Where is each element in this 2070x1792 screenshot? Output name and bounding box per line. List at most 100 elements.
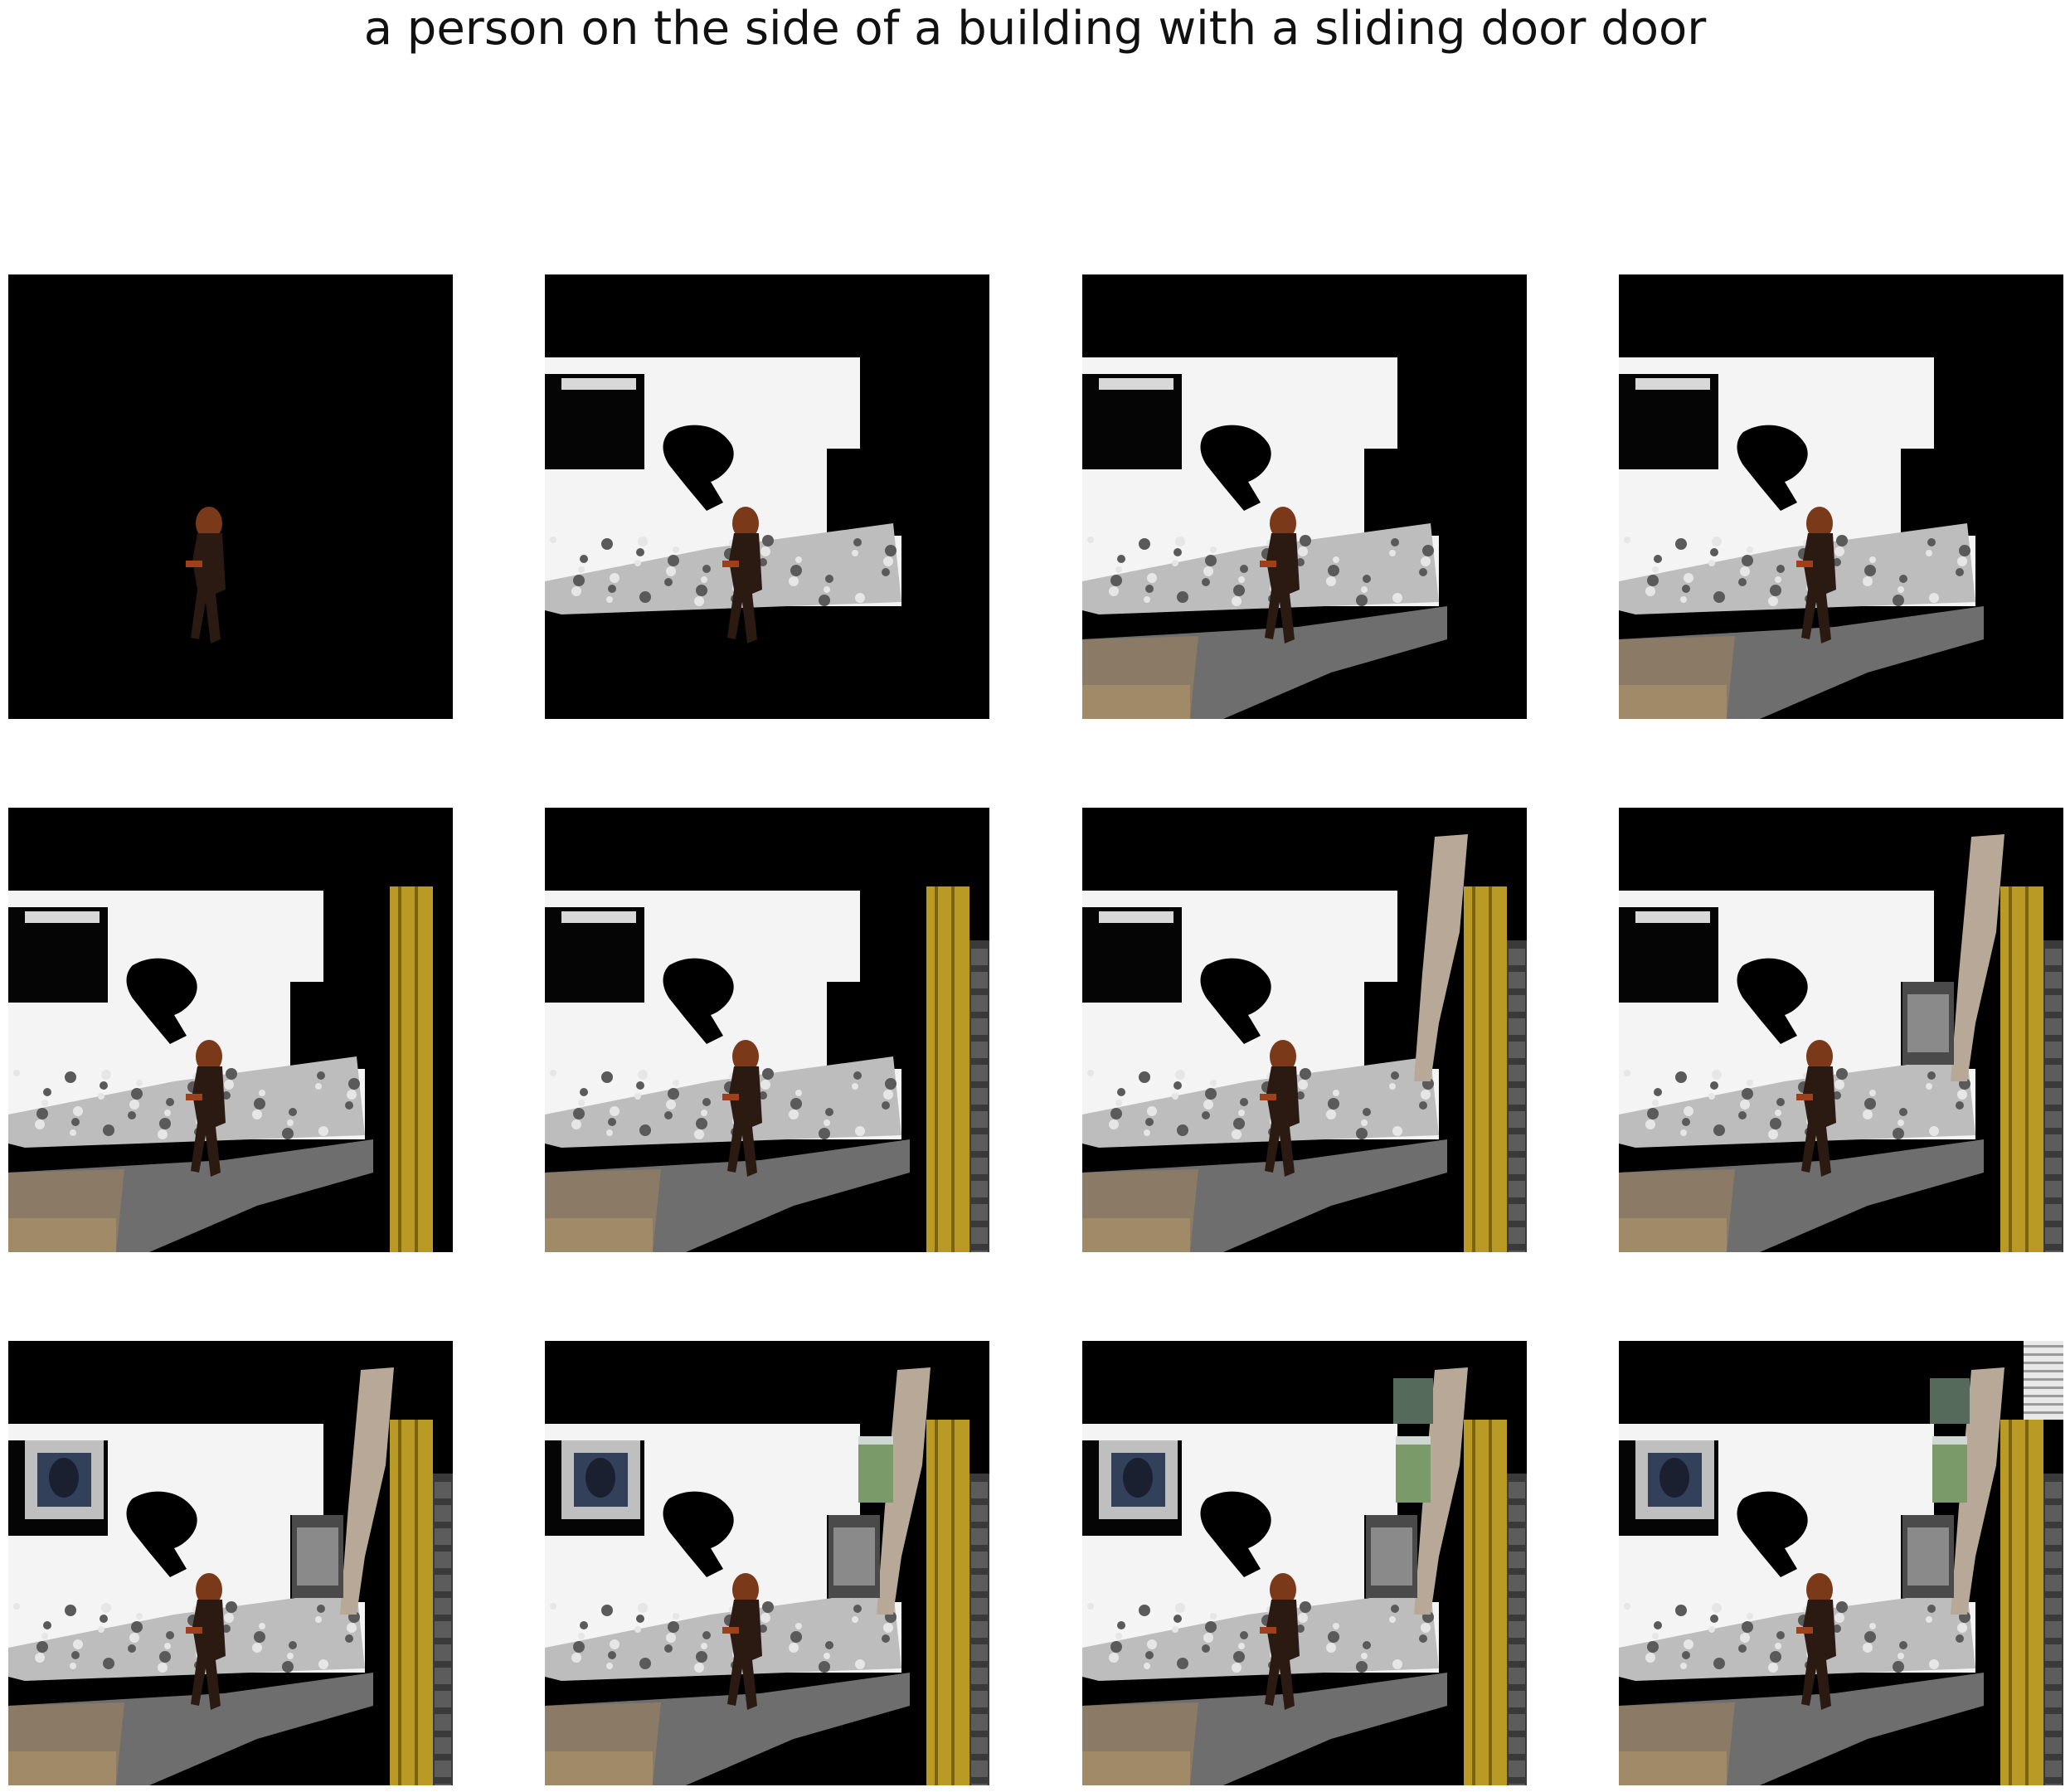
window-layer <box>1932 1436 1967 1503</box>
picture-layer <box>25 1440 104 1519</box>
splash-speck <box>882 568 890 576</box>
splash-speck <box>1776 1098 1785 1106</box>
splash-speck <box>610 1639 620 1649</box>
splash-speck <box>1708 560 1715 566</box>
splash-speck <box>317 1071 325 1080</box>
splash-speck <box>1147 1106 1157 1116</box>
splash-speck <box>1770 1118 1781 1129</box>
splash-speck <box>825 1641 833 1649</box>
splash-speck <box>1740 1633 1750 1643</box>
splash-speck <box>696 1118 707 1129</box>
panel-step-7 <box>1082 808 1527 1252</box>
panel-image <box>1619 274 2063 719</box>
splash-speck <box>634 1626 641 1633</box>
splash-speck <box>819 595 830 606</box>
splash-speck <box>1117 1088 1125 1096</box>
splash-speck <box>1652 1633 1659 1639</box>
mask-background <box>8 274 453 719</box>
splash-speck <box>789 1110 799 1119</box>
brick <box>2045 1784 2062 1785</box>
splash-speck <box>1654 555 1662 563</box>
brick <box>971 1598 988 1615</box>
panel-step-2 <box>545 274 989 719</box>
splash-speck <box>666 1633 676 1643</box>
splash-speck <box>1682 1118 1690 1126</box>
person-hands <box>186 1094 202 1100</box>
splash-speck <box>1898 1119 1904 1126</box>
splash-speck <box>1927 538 1936 546</box>
brick <box>2045 995 2062 1012</box>
splash-speck <box>1899 1108 1907 1116</box>
splash-speck <box>1115 566 1122 573</box>
brick <box>971 1181 988 1197</box>
splash-speck <box>1684 1639 1693 1649</box>
splash-speck <box>1927 1071 1936 1080</box>
brick <box>2045 1598 2062 1615</box>
brick <box>971 1644 988 1661</box>
splash-speck <box>128 1111 136 1119</box>
splash-speck <box>1392 1126 1402 1136</box>
panel-step-5 <box>8 808 453 1252</box>
brick <box>2045 1668 2062 1684</box>
splash-speck <box>550 1603 556 1610</box>
panel-step-11 <box>1082 1341 1527 1785</box>
brick <box>971 995 988 1012</box>
brick <box>2045 1204 2062 1221</box>
splash-speck <box>1391 1605 1399 1613</box>
splash-speck <box>601 1605 613 1616</box>
splash-speck <box>224 1613 234 1623</box>
brick <box>971 1668 988 1684</box>
blind-slat <box>2024 1362 2063 1364</box>
brick-layer <box>1507 1474 1527 1785</box>
splash-speck <box>1675 538 1687 550</box>
panel-image <box>1082 808 1527 1252</box>
brick <box>1509 949 1525 965</box>
awning-layer <box>1393 1378 1433 1424</box>
brick <box>971 972 988 988</box>
splash-speck <box>73 1106 83 1116</box>
splash-speck <box>853 1605 862 1613</box>
sliding-door <box>390 1420 433 1785</box>
splash-speck <box>1834 1080 1844 1090</box>
brick <box>2045 1737 2062 1754</box>
splash-speck <box>819 1128 830 1139</box>
brick <box>971 1528 988 1545</box>
brick <box>435 1505 451 1522</box>
splash-speck <box>1392 1659 1402 1669</box>
splash-speck <box>158 1129 168 1139</box>
brick <box>971 1042 988 1058</box>
door-line <box>2009 886 2012 1252</box>
splash-speck <box>885 1078 897 1090</box>
splash-speck <box>166 1631 174 1639</box>
blind-slat <box>2024 1403 2063 1406</box>
splash-speck <box>1675 1605 1687 1616</box>
brick <box>1509 1552 1525 1568</box>
brick <box>435 1598 451 1615</box>
splash-speck <box>1144 1129 1150 1136</box>
panel-step-6 <box>545 808 989 1252</box>
splash-speck <box>1645 586 1655 596</box>
splash-speck <box>1768 1663 1778 1673</box>
sliding-door <box>1464 1420 1507 1785</box>
splash-speck <box>1712 1603 1722 1613</box>
splash-speck <box>13 1070 20 1076</box>
splash-speck <box>606 1129 613 1136</box>
splash-speck <box>1147 573 1157 583</box>
patch-speckle <box>1099 911 1173 923</box>
door-line <box>398 886 401 1252</box>
brick <box>435 1760 451 1777</box>
splash-speck <box>1233 1651 1245 1663</box>
splash-speck <box>1109 1653 1119 1663</box>
splash-speck <box>1419 1101 1427 1110</box>
splash-speck <box>825 575 833 583</box>
splash-speck <box>1210 1613 1217 1620</box>
splash-speck <box>762 1601 774 1613</box>
person-hands <box>1796 1094 1813 1100</box>
splash-speck <box>762 535 774 546</box>
splash-speck <box>760 1613 770 1623</box>
picture-figure <box>1123 1458 1153 1498</box>
splash-speck <box>1363 1108 1371 1116</box>
brick <box>1509 1018 1525 1035</box>
brick <box>971 1737 988 1754</box>
patch-speckle <box>25 911 100 923</box>
